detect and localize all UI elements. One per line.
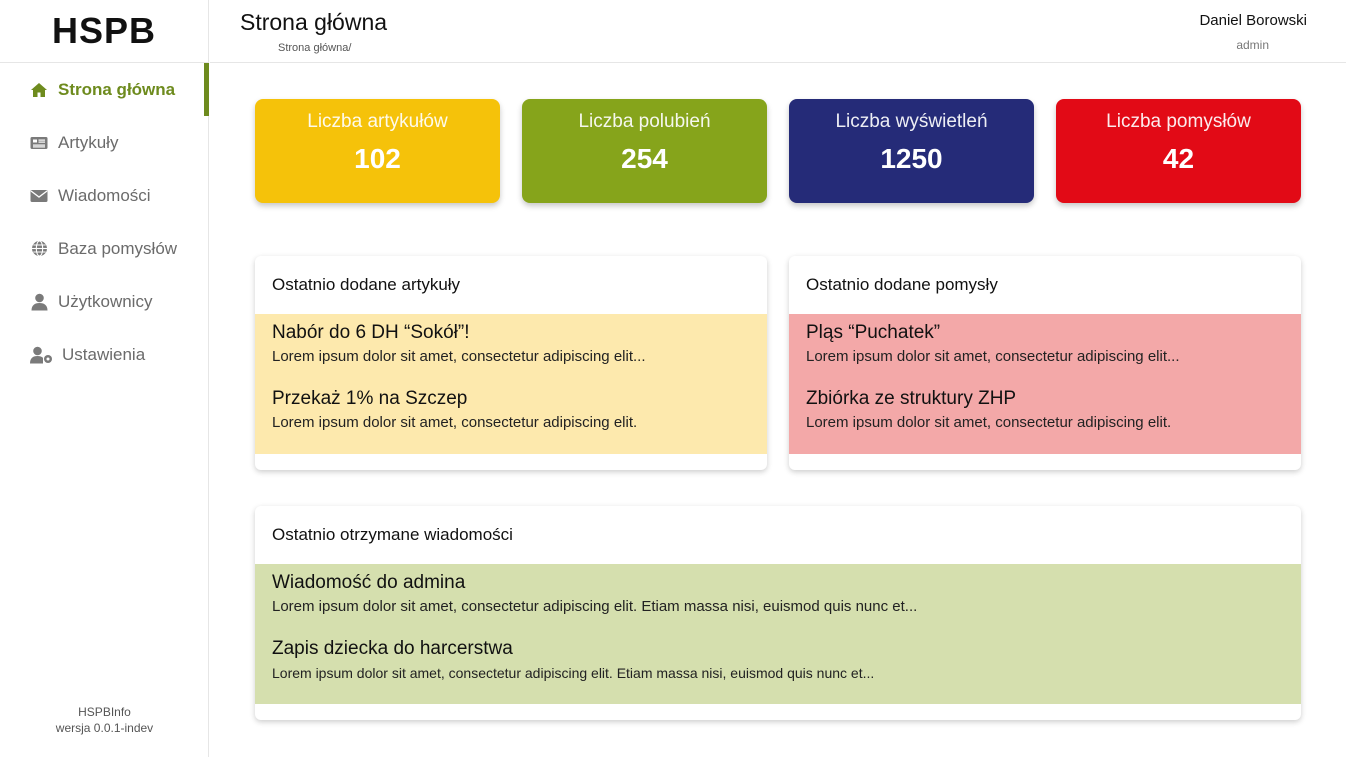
panel-title: Ostatnio otrzymane wiadomości	[272, 525, 513, 544]
sidebar-item-label: Baza pomysłów	[58, 238, 178, 258]
list-item[interactable]: Wiadomość do admina Lorem ipsum dolor si…	[272, 570, 1284, 618]
sidebar: HSPB Strona główna Artykuły Wiadomości B…	[0, 0, 209, 757]
stat-value: 42	[1162, 143, 1195, 174]
user-role: admin	[1236, 38, 1269, 52]
sidebar-item-label: Artykuły	[58, 132, 119, 152]
list-item[interactable]: Zbiórka ze struktury ZHP Lorem ipsum dol…	[806, 386, 1284, 434]
list-item-text: Lorem ipsum dolor sit amet, consectetur …	[806, 414, 1172, 431]
user-icon	[30, 293, 48, 311]
user-name[interactable]: Daniel Borowski	[1199, 12, 1307, 29]
newspaper-icon	[30, 134, 48, 152]
list-item-text: Lorem ipsum dolor sit amet, consectetur …	[272, 665, 875, 681]
list-item-text: Lorem ipsum dolor sit amet, consectetur …	[272, 348, 646, 365]
app-logo[interactable]: HSPB	[0, 0, 208, 63]
recent-messages-list: Wiadomość do admina Lorem ipsum dolor si…	[255, 564, 1301, 704]
sidebar-item-label: Strona główna	[58, 79, 176, 99]
sidebar-nav: Strona główna Artykuły Wiadomości Baza p…	[0, 63, 209, 381]
breadcrumb[interactable]: Strona główna/	[278, 42, 351, 54]
list-item-title: Nabór do 6 DH “Sokół”!	[272, 322, 470, 343]
user-settings-icon	[30, 346, 54, 364]
page-title: Strona główna	[240, 9, 388, 35]
stat-card-ideas[interactable]: Liczba pomysłów 42	[1056, 99, 1301, 203]
globe-icon	[30, 240, 48, 258]
list-item-title: Zbiórka ze struktury ZHP	[806, 388, 1017, 409]
recent-messages-panel: Ostatnio otrzymane wiadomości Wiadomość …	[255, 506, 1301, 720]
stat-card-likes[interactable]: Liczba polubień 254	[522, 99, 767, 203]
list-item[interactable]: Nabór do 6 DH “Sokół”! Lorem ipsum dolor…	[272, 320, 750, 368]
list-item-text: Lorem ipsum dolor sit amet, consectetur …	[272, 598, 918, 615]
app-version: wersja 0.0.1-indev	[55, 721, 154, 735]
envelope-icon	[30, 187, 48, 205]
recent-ideas-panel: Ostatnio dodane pomysły Pląs “Puchatek” …	[789, 256, 1301, 470]
sidebar-item-messages[interactable]: Wiadomości	[0, 169, 208, 222]
list-item[interactable]: Pląs “Puchatek” Lorem ipsum dolor sit am…	[806, 320, 1284, 368]
sidebar-item-ideas[interactable]: Baza pomysłów	[0, 222, 208, 275]
list-item-text: Lorem ipsum dolor sit amet, consectetur …	[806, 348, 1180, 365]
stat-card-views[interactable]: Liczba wyświetleń 1250	[789, 99, 1034, 203]
recent-articles-list: Nabór do 6 DH “Sokół”! Lorem ipsum dolor…	[255, 314, 767, 454]
stat-value: 102	[354, 143, 401, 174]
stat-card-articles[interactable]: Liczba artykułów 102	[255, 99, 500, 203]
list-item-title: Wiadomość do admina	[272, 572, 466, 593]
recent-ideas-list: Pląs “Puchatek” Lorem ipsum dolor sit am…	[789, 314, 1301, 454]
sidebar-item-articles[interactable]: Artykuły	[0, 116, 208, 169]
list-item[interactable]: Przekaż 1% na Szczep Lorem ipsum dolor s…	[272, 386, 750, 434]
list-item-text: Lorem ipsum dolor sit amet, consectetur …	[272, 414, 638, 431]
panel-title: Ostatnio dodane pomysły	[806, 275, 998, 294]
sidebar-item-settings[interactable]: Ustawienia	[0, 328, 208, 381]
recent-articles-panel: Ostatnio dodane artykuły Nabór do 6 DH “…	[255, 256, 767, 470]
stat-value: 254	[621, 143, 668, 174]
list-item-title: Przekaż 1% na Szczep	[272, 388, 468, 409]
list-item[interactable]: Zapis dziecka do harcerstwa Lorem ipsum …	[272, 636, 1284, 684]
home-icon	[30, 81, 48, 99]
stat-value: 1250	[880, 143, 943, 174]
sidebar-item-label: Użytkownicy	[58, 291, 153, 311]
stat-label: Liczba wyświetleń	[835, 111, 988, 132]
app-name: HSPBInfo	[78, 705, 131, 719]
list-item-title: Zapis dziecka do harcerstwa	[272, 638, 513, 659]
list-item-title: Pląs “Puchatek”	[806, 322, 941, 343]
app-version-info: HSPBInfo wersja 0.0.1-indev	[0, 704, 209, 736]
panel-title: Ostatnio dodane artykuły	[272, 275, 461, 294]
stat-label: Liczba pomysłów	[1106, 111, 1251, 132]
stat-label: Liczba polubień	[578, 111, 711, 132]
sidebar-item-home[interactable]: Strona główna	[0, 63, 209, 116]
sidebar-item-label: Ustawienia	[62, 344, 146, 364]
top-header: Strona główna Strona główna/ Daniel Boro…	[210, 0, 1346, 63]
sidebar-item-users[interactable]: Użytkownicy	[0, 275, 208, 328]
stat-label: Liczba artykułów	[307, 111, 448, 132]
sidebar-item-label: Wiadomości	[58, 185, 151, 205]
